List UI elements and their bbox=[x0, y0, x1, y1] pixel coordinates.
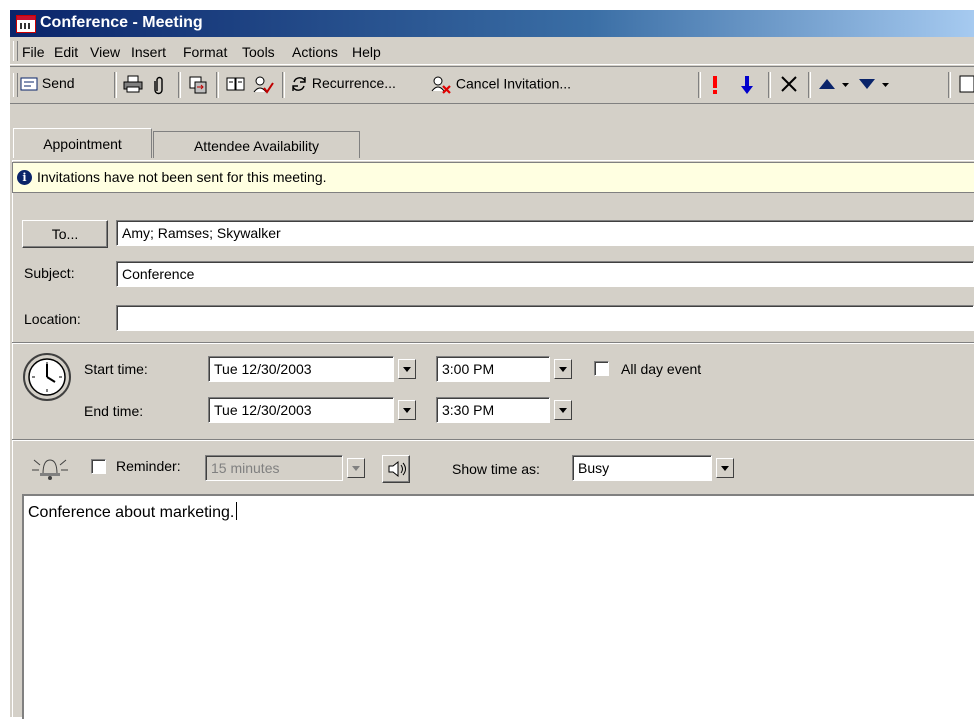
toolbar-overflow-button[interactable] bbox=[958, 75, 974, 95]
start-date-dropdown[interactable] bbox=[398, 359, 416, 379]
divider bbox=[12, 342, 974, 344]
menu-insert[interactable]: Insert bbox=[131, 44, 166, 60]
start-date-field[interactable]: Tue 12/30/2003 bbox=[208, 356, 394, 382]
start-time-label: Start time: bbox=[84, 361, 148, 377]
next-item-icon bbox=[859, 79, 889, 90]
print-button[interactable] bbox=[123, 75, 143, 95]
meeting-notes-content: Conference about marketing. bbox=[28, 504, 235, 521]
show-time-as-label: Show time as: bbox=[452, 461, 540, 477]
tab-appointment-label: Appointment bbox=[43, 136, 122, 152]
menu-edit[interactable]: Edit bbox=[54, 44, 78, 60]
location-field[interactable] bbox=[116, 305, 974, 331]
show-time-as-field[interactable]: Busy bbox=[572, 455, 712, 481]
end-time-field[interactable]: 3:30 PM bbox=[436, 397, 550, 423]
title-bar[interactable]: Conference - Meeting bbox=[10, 10, 974, 37]
bell-icon bbox=[32, 459, 68, 480]
previous-item-icon bbox=[819, 79, 849, 90]
all-day-event-label: All day event bbox=[621, 361, 702, 377]
toolbar-separator bbox=[282, 72, 285, 98]
end-date-dropdown[interactable] bbox=[398, 400, 416, 420]
cancel-invitation-icon bbox=[431, 76, 451, 94]
standard-toolbar: Send Recurrence... Cancel Invitation... bbox=[10, 66, 974, 104]
subject-field[interactable]: Conference bbox=[116, 261, 974, 287]
menu-help[interactable]: Help bbox=[352, 44, 381, 60]
toolbar-separator bbox=[808, 72, 811, 98]
address-book-button[interactable] bbox=[226, 75, 246, 95]
print-icon bbox=[123, 75, 143, 93]
info-message: Invitations have not been sent for this … bbox=[37, 169, 327, 185]
menu-file[interactable]: File bbox=[22, 44, 45, 60]
start-time-dropdown[interactable] bbox=[554, 359, 572, 379]
send-icon bbox=[20, 77, 38, 91]
importance-low-button[interactable] bbox=[740, 75, 754, 95]
tab-appointment[interactable]: Appointment bbox=[13, 128, 152, 158]
previous-item-button[interactable] bbox=[818, 75, 852, 95]
all-day-event-checkbox[interactable] bbox=[594, 361, 609, 376]
text-caret bbox=[236, 502, 238, 520]
importance-high-button[interactable] bbox=[710, 75, 720, 95]
menu-tools[interactable]: Tools bbox=[242, 44, 275, 60]
tab-attendee-availability[interactable]: Attendee Availability bbox=[153, 131, 360, 158]
toolbar-separator bbox=[768, 72, 771, 98]
cancel-invitation-button[interactable]: Cancel Invitation... bbox=[430, 75, 571, 95]
toolbar-separator bbox=[178, 72, 181, 98]
importance-high-icon bbox=[713, 76, 717, 94]
toolbar-grip[interactable] bbox=[13, 73, 18, 97]
sound-icon bbox=[388, 460, 406, 478]
importance-low-icon bbox=[741, 76, 753, 94]
divider bbox=[12, 439, 974, 441]
tab-attendee-availability-label: Attendee Availability bbox=[193, 138, 320, 154]
delete-icon bbox=[781, 76, 797, 93]
reminder-checkbox[interactable] bbox=[91, 459, 106, 474]
info-bar: i Invitations have not been sent for thi… bbox=[12, 162, 974, 193]
calendar-icon bbox=[16, 15, 36, 33]
to-button[interactable]: To... bbox=[22, 220, 108, 248]
toolbar-separator bbox=[216, 72, 219, 98]
menu-grip[interactable] bbox=[13, 41, 18, 61]
recurrence-label: Recurrence... bbox=[311, 75, 396, 91]
meeting-notes-text: Conference about marketing. bbox=[28, 502, 238, 522]
form-icon bbox=[959, 75, 974, 93]
info-icon: i bbox=[17, 170, 32, 185]
forward-icon bbox=[189, 76, 207, 94]
recurrence-button[interactable]: Recurrence... bbox=[290, 75, 396, 95]
attach-button[interactable] bbox=[153, 75, 165, 95]
subject-label: Subject: bbox=[24, 265, 75, 281]
toolbar-separator bbox=[114, 72, 117, 98]
clock-icon bbox=[23, 353, 71, 401]
menu-actions[interactable]: Actions bbox=[292, 44, 338, 60]
check-names-icon bbox=[253, 76, 274, 94]
recurrence-icon bbox=[292, 77, 306, 92]
address-book-icon bbox=[226, 77, 245, 91]
menu-bar: File Edit View Insert Format Tools Actio… bbox=[10, 38, 974, 65]
cancel-invitation-label: Cancel Invitation... bbox=[455, 75, 572, 92]
reminder-sound-button[interactable] bbox=[382, 455, 410, 483]
send-label: Send bbox=[41, 75, 75, 91]
location-label: Location: bbox=[24, 311, 81, 327]
to-field[interactable]: Amy; Ramses; Skywalker bbox=[116, 220, 974, 246]
menu-view[interactable]: View bbox=[90, 44, 120, 60]
start-time-field[interactable]: 3:00 PM bbox=[436, 356, 550, 382]
end-time-dropdown[interactable] bbox=[554, 400, 572, 420]
toolbar-separator bbox=[698, 72, 701, 98]
check-names-button[interactable] bbox=[252, 75, 274, 95]
toolbar-separator bbox=[948, 72, 951, 98]
delete-button[interactable] bbox=[780, 75, 798, 95]
reminder-dropdown[interactable] bbox=[347, 458, 365, 478]
end-time-label: End time: bbox=[84, 403, 144, 419]
next-item-button[interactable] bbox=[858, 75, 892, 95]
forward-button[interactable] bbox=[188, 75, 208, 95]
menu-format[interactable]: Format bbox=[183, 44, 227, 60]
window-title: Conference - Meeting bbox=[40, 14, 203, 31]
send-button[interactable]: Send bbox=[20, 75, 75, 95]
reminder-label: Reminder: bbox=[116, 458, 181, 474]
meeting-notes-body[interactable]: Conference about marketing. bbox=[22, 494, 974, 719]
attach-icon bbox=[154, 76, 163, 95]
show-time-as-dropdown[interactable] bbox=[716, 458, 734, 478]
reminder-field[interactable]: 15 minutes bbox=[205, 455, 343, 481]
end-date-field[interactable]: Tue 12/30/2003 bbox=[208, 397, 394, 423]
